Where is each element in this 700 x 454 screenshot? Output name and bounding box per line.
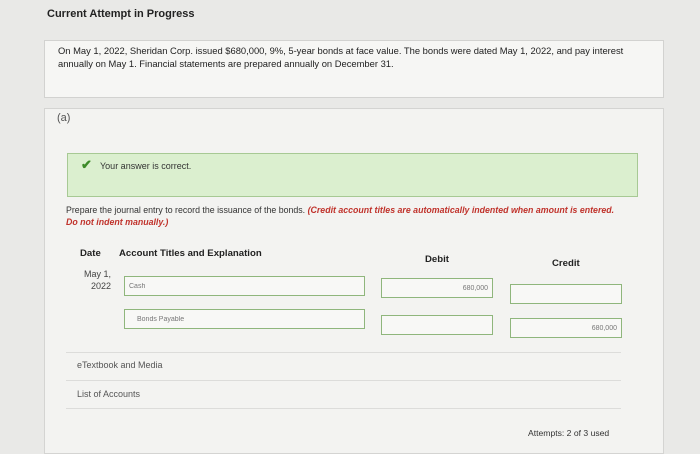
page-title: Current Attempt in Progress <box>47 8 195 20</box>
success-message: Your answer is correct. <box>100 161 192 171</box>
entry-date: May 1, 2022 <box>81 268 111 292</box>
account-field-row2[interactable] <box>124 309 365 329</box>
header-date: Date <box>80 248 101 259</box>
problem-statement: On May 1, 2022, Sheridan Corp. issued $6… <box>58 45 624 69</box>
header-account: Account Titles and Explanation <box>119 248 262 259</box>
success-banner <box>67 153 638 197</box>
divider <box>66 352 621 353</box>
divider <box>66 408 621 409</box>
entry-date-line2: 2022 <box>90 281 111 291</box>
account-field-row1[interactable] <box>124 276 365 296</box>
entry-date-line1: May 1, <box>83 269 111 279</box>
header-debit: Debit <box>425 254 449 265</box>
credit-field-row2[interactable] <box>510 318 622 338</box>
instructions-text: Prepare the journal entry to record the … <box>66 205 306 215</box>
checkmark-icon: ✔ <box>81 157 92 172</box>
credit-field-row1[interactable] <box>510 284 622 304</box>
debit-field-row2[interactable] <box>381 315 493 335</box>
etextbook-link[interactable]: eTextbook and Media <box>77 360 163 370</box>
header-credit: Credit <box>552 258 580 269</box>
part-label: (a) <box>57 112 71 124</box>
list-of-accounts-link[interactable]: List of Accounts <box>77 389 140 399</box>
instructions: Prepare the journal entry to record the … <box>66 204 626 228</box>
divider <box>66 380 621 381</box>
attempts-counter: Attempts: 2 of 3 used <box>528 428 610 438</box>
debit-field-row1[interactable] <box>381 278 493 298</box>
